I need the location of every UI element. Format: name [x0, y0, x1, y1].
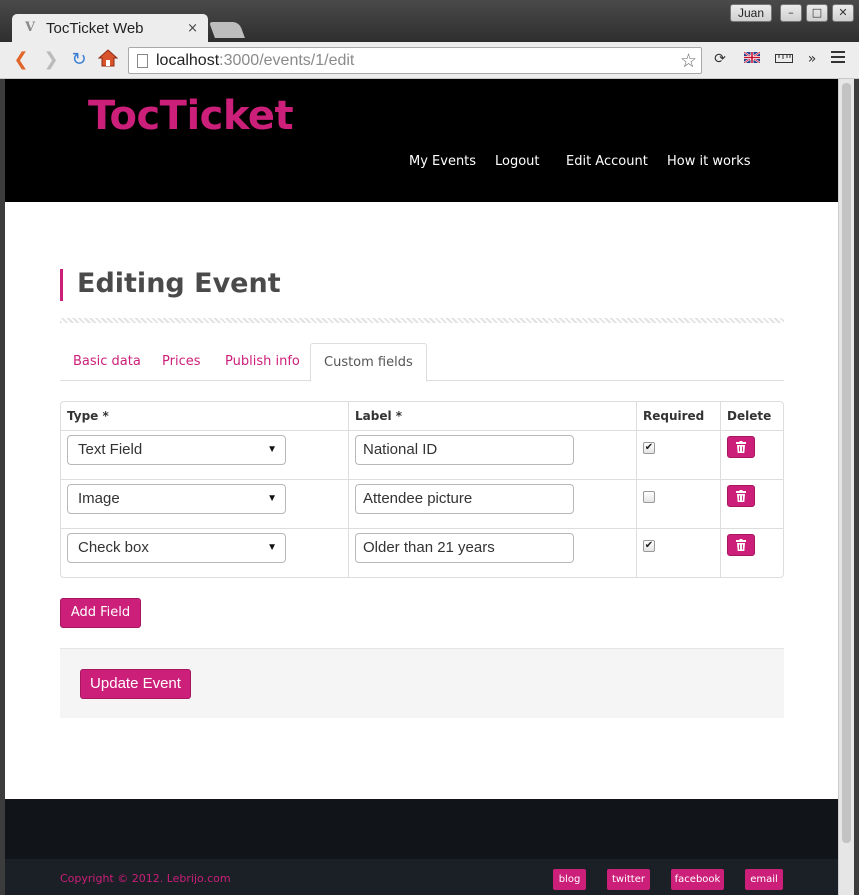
- back-icon[interactable]: ❮: [10, 49, 32, 71]
- dropdown-caret-icon: ▼: [267, 444, 277, 455]
- column-divider: [720, 402, 721, 577]
- uk-flag-extension-icon[interactable]: [742, 51, 762, 67]
- field-type-value: Text Field: [78, 441, 143, 458]
- ruler-extension-icon[interactable]: [774, 51, 794, 67]
- page-title: Editing Event: [77, 268, 281, 299]
- delete-field-button[interactable]: [727, 534, 755, 556]
- url-host: localhost: [156, 51, 220, 69]
- extensions-overflow-icon[interactable]: »: [802, 51, 822, 67]
- minimize-button[interactable]: –: [780, 4, 802, 22]
- footer-link-blog[interactable]: blog: [553, 869, 586, 890]
- url-path: :3000/events/1/edit: [219, 51, 355, 69]
- page-scrollbar[interactable]: [838, 79, 854, 895]
- dropdown-caret-icon: ▼: [267, 542, 277, 553]
- tab-basic-data[interactable]: Basic data: [60, 343, 154, 381]
- row-divider: [61, 430, 783, 431]
- tab-custom-fields[interactable]: Custom fields: [310, 343, 427, 382]
- field-type-select[interactable]: Image ▼: [67, 484, 286, 514]
- footer-link-facebook[interactable]: facebook: [671, 869, 724, 890]
- field-label-input[interactable]: Older than 21 years: [355, 533, 574, 563]
- nav-my-events[interactable]: My Events: [409, 154, 476, 169]
- column-divider: [348, 402, 349, 577]
- page-title-block: Editing Event: [60, 269, 281, 301]
- close-window-button[interactable]: ✕: [832, 4, 854, 22]
- trash-icon: [736, 539, 746, 551]
- maximize-button[interactable]: □: [806, 4, 828, 22]
- nav-how-it-works[interactable]: How it works: [667, 154, 751, 169]
- window-frame: [854, 79, 859, 895]
- new-tab-button[interactable]: [209, 22, 245, 38]
- required-checkbox[interactable]: ✔: [643, 442, 655, 454]
- profile-button[interactable]: Juan: [730, 4, 772, 22]
- nav-edit-account[interactable]: Edit Account: [566, 154, 648, 169]
- sync-extension-icon[interactable]: ⟳: [710, 51, 730, 67]
- field-type-value: Check box: [78, 539, 149, 556]
- browser-toolbar: ❮ ❯ ↻ localhost :3000/events/1/edit ☆ ⟳ …: [0, 42, 859, 79]
- page-viewport: TocTicket My Events Logout Edit Account …: [5, 79, 838, 895]
- field-type-select[interactable]: Text Field ▼: [67, 435, 286, 465]
- address-bar[interactable]: localhost :3000/events/1/edit ☆: [128, 47, 702, 74]
- menu-icon[interactable]: [828, 51, 848, 67]
- dropdown-caret-icon: ▼: [267, 493, 277, 504]
- footer-link-email[interactable]: email: [745, 869, 783, 890]
- row-divider: [61, 479, 783, 480]
- nav-logout[interactable]: Logout: [495, 154, 540, 169]
- site-header: TocTicket My Events Logout Edit Account …: [5, 79, 838, 202]
- tab-close-icon[interactable]: ×: [187, 21, 198, 36]
- tab-publish-info[interactable]: Publish info: [212, 343, 313, 381]
- required-checkbox[interactable]: ✔: [643, 540, 655, 552]
- page-icon: [137, 53, 148, 68]
- field-label-input[interactable]: Attendee picture: [355, 484, 574, 514]
- delete-field-button[interactable]: [727, 436, 755, 458]
- reload-icon[interactable]: ↻: [68, 49, 90, 71]
- browser-tab-title: TocTicket Web: [46, 19, 144, 37]
- footer-copyright: Copyright © 2012. Lebrijo.com: [60, 872, 231, 885]
- site-logo[interactable]: TocTicket: [88, 93, 294, 139]
- browser-tab[interactable]: V TocTicket Web ×: [12, 14, 208, 42]
- forward-icon[interactable]: ❯: [40, 49, 62, 71]
- footer-link-twitter[interactable]: twitter: [607, 869, 650, 890]
- required-checkbox[interactable]: [643, 491, 655, 503]
- column-header-type: Type *: [67, 409, 109, 423]
- form-actions: Update Event: [60, 648, 784, 718]
- custom-fields-table: Type * Label * Required Delete Text Fiel…: [60, 401, 784, 578]
- home-icon[interactable]: [97, 49, 119, 71]
- field-type-select[interactable]: Check box ▼: [67, 533, 286, 563]
- field-label-input[interactable]: National ID: [355, 435, 574, 465]
- column-header-label: Label *: [355, 409, 403, 423]
- update-event-button[interactable]: Update Event: [80, 669, 191, 699]
- browser-titlebar: V TocTicket Web × Juan – □ ✕: [0, 0, 859, 42]
- field-type-value: Image: [78, 490, 120, 507]
- bookmark-star-icon[interactable]: ☆: [680, 50, 697, 72]
- scrollbar-thumb[interactable]: [842, 83, 851, 843]
- add-field-button[interactable]: Add Field: [60, 598, 141, 628]
- site-favicon-icon: V: [24, 20, 36, 35]
- tab-prices[interactable]: Prices: [149, 343, 214, 381]
- trash-icon: [736, 490, 746, 502]
- event-tabs: Basic data Prices Publish info Custom fi…: [60, 343, 784, 382]
- delete-field-button[interactable]: [727, 485, 755, 507]
- row-divider: [61, 528, 783, 529]
- column-header-delete: Delete: [727, 409, 772, 423]
- column-header-required: Required: [643, 409, 705, 423]
- title-divider: [60, 318, 784, 323]
- column-divider: [636, 402, 637, 577]
- site-footer: [5, 799, 838, 859]
- trash-icon: [736, 441, 746, 453]
- footer-bar: Copyright © 2012. Lebrijo.com blog twitt…: [5, 859, 838, 895]
